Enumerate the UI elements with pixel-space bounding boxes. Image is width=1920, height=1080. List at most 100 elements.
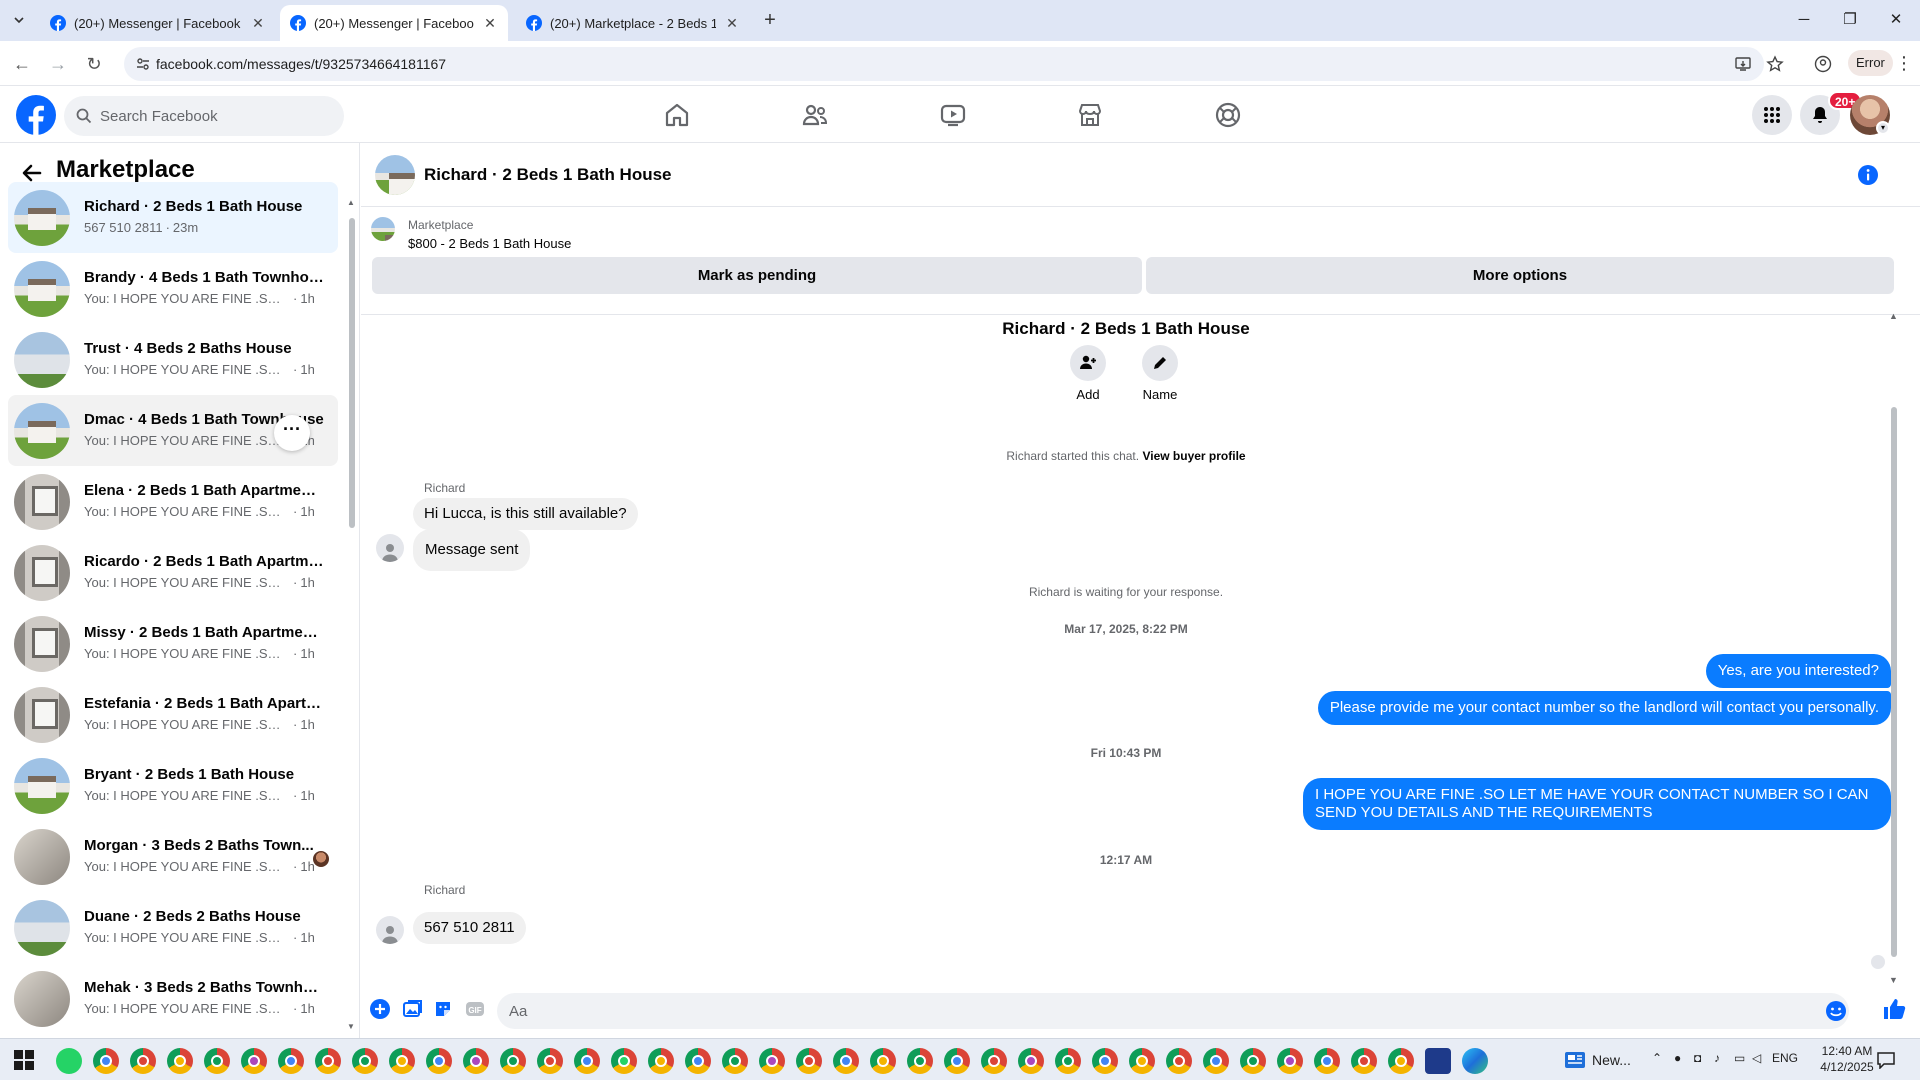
chrome-app-icon[interactable] (1166, 1048, 1192, 1074)
photo-icon[interactable] (401, 998, 423, 1020)
facebook-search-input[interactable] (100, 96, 330, 136)
chrome-app-icon[interactable] (574, 1048, 600, 1074)
mark-as-pending-button[interactable]: Mark as pending (372, 257, 1142, 294)
conversation-item[interactable]: Trust · 4 Beds 2 Baths House You: I HOPE … (8, 324, 338, 395)
listing-thumbnail[interactable] (375, 155, 415, 195)
conversation-item[interactable]: Dmac · 4 Beds 1 Bath Townhouse You: I HOP… (8, 395, 338, 466)
richard-avatar[interactable] (376, 534, 404, 562)
tray-camera-icon[interactable]: ◘ (1694, 1051, 1701, 1065)
chrome-app-icon[interactable] (1240, 1048, 1266, 1074)
chrome-app-icon[interactable] (1018, 1048, 1044, 1074)
gif-icon[interactable]: GIF (464, 998, 486, 1020)
richard-avatar[interactable] (376, 916, 404, 944)
outgoing-message[interactable]: I HOPE YOU ARE FINE .SO LET ME HAVE YOUR… (1303, 778, 1891, 830)
tray-chevron-up-icon[interactable]: ⌃ (1652, 1051, 1662, 1065)
chrome-app-icon[interactable] (1314, 1048, 1340, 1074)
scroll-down-icon[interactable]: ▼ (347, 1022, 355, 1031)
chrome-app-icon[interactable] (1055, 1048, 1081, 1074)
nav-video[interactable] (898, 93, 1008, 137)
site-info-icon[interactable] (134, 55, 152, 73)
conversation-item[interactable]: Missy · 2 Beds 1 Bath Apartment... You: I… (8, 608, 338, 679)
plus-circle-icon[interactable] (369, 998, 391, 1020)
chrome-app-icon[interactable] (1129, 1048, 1155, 1074)
nav-gaming[interactable] (1173, 93, 1283, 137)
chevron-down-icon[interactable]: ▾ (1876, 121, 1890, 135)
chrome-app-icon[interactable] (352, 1048, 378, 1074)
profile-error-chip[interactable]: Error (1848, 50, 1893, 76)
incoming-message[interactable]: Hi Lucca, is this still available? (413, 498, 638, 530)
chrome-app-icon[interactable] (685, 1048, 711, 1074)
chrome-app-icon[interactable] (1092, 1048, 1118, 1074)
menu-grid-button[interactable] (1752, 95, 1792, 135)
sticker-icon[interactable] (432, 998, 454, 1020)
conversation-item[interactable]: Elena · 2 Beds 1 Bath Apartment... You: I… (8, 466, 338, 537)
outgoing-message[interactable]: Please provide me your contact number so… (1317, 691, 1891, 725)
nav-friends[interactable] (760, 93, 870, 137)
language-indicator[interactable]: ENG (1772, 1051, 1798, 1065)
add-person-action[interactable]: Add (1058, 345, 1118, 402)
info-icon[interactable] (1857, 164, 1879, 186)
message-input-box[interactable] (497, 993, 1849, 1029)
chrome-app-icon[interactable] (759, 1048, 785, 1074)
new-tab-plus-icon[interactable]: + (760, 10, 780, 30)
thumbs-up-icon[interactable] (1881, 996, 1907, 1022)
chrome-app-icon[interactable] (1203, 1048, 1229, 1074)
whatsapp-app-icon[interactable] (56, 1048, 82, 1074)
restore-icon[interactable]: ❐ (1838, 9, 1862, 31)
chrome-app-icon[interactable] (1388, 1048, 1414, 1074)
thread-scrollbar[interactable]: ▲ ▼ (1887, 311, 1899, 1045)
chrome-app-icon[interactable] (278, 1048, 304, 1074)
chrome-app-icon[interactable] (870, 1048, 896, 1074)
chrome-app-icon[interactable] (1351, 1048, 1377, 1074)
facebook-search-bar[interactable] (64, 96, 344, 136)
conversation-item[interactable]: Estefania · 2 Beds 1 Bath Apartm... You: … (8, 679, 338, 750)
chrome-app-icon[interactable] (204, 1048, 230, 1074)
conversation-item[interactable]: Bryant · 2 Beds 1 Bath House You: I HOPE … (8, 750, 338, 821)
tab-close-icon[interactable]: ✕ (724, 15, 740, 31)
chrome-app-icon[interactable] (167, 1048, 193, 1074)
listing-title[interactable]: $800 - 2 Beds 1 Bath House (408, 236, 571, 251)
chrome-app-icon[interactable] (537, 1048, 563, 1074)
nav-home[interactable] (622, 93, 732, 137)
tab-close-icon[interactable]: ✕ (250, 15, 266, 31)
sidebar-scrollbar[interactable]: ▲ ▼ (346, 198, 356, 1038)
incoming-message[interactable]: 567 510 2811 (413, 912, 526, 944)
chrome-app-icon[interactable] (1277, 1048, 1303, 1074)
edge-app-icon[interactable] (1462, 1048, 1488, 1074)
name-action[interactable]: Name (1130, 345, 1190, 402)
speaker-icon[interactable]: ◁ (1752, 1051, 1761, 1065)
listing-small-thumbnail[interactable] (371, 217, 395, 241)
chrome-app-icon[interactable] (648, 1048, 674, 1074)
scroll-up-icon[interactable]: ▲ (1889, 311, 1898, 321)
chrome-app-icon[interactable] (241, 1048, 267, 1074)
browser-tab-1[interactable]: (20+) Messenger | Facebook ✕ (40, 5, 276, 41)
scrollbar-thumb[interactable] (1891, 407, 1897, 957)
forward-arrow-icon[interactable]: → (46, 52, 70, 76)
chrome-app-icon[interactable] (93, 1048, 119, 1074)
nav-marketplace[interactable] (1035, 93, 1145, 137)
tab-search-icon[interactable] (8, 9, 30, 31)
account-circle-icon[interactable] (1814, 55, 1832, 73)
view-buyer-profile-link[interactable]: View buyer profile (1142, 449, 1245, 463)
chrome-app-icon[interactable] (1425, 1048, 1451, 1074)
news-widget[interactable]: New... (1564, 1047, 1654, 1073)
chrome-app-icon[interactable] (907, 1048, 933, 1074)
bookmark-star-icon[interactable] (1766, 55, 1784, 73)
chrome-app-icon[interactable] (833, 1048, 859, 1074)
minimize-icon[interactable]: ─ (1792, 9, 1816, 31)
volume-icon[interactable]: ♪ (1714, 1051, 1720, 1065)
facebook-logo-icon[interactable] (16, 95, 56, 135)
chrome-app-icon[interactable] (981, 1048, 1007, 1074)
conversation-item[interactable]: Richard · 2 Beds 1 Bath House 567 510 281… (8, 182, 338, 253)
chrome-app-icon[interactable] (130, 1048, 156, 1074)
browser-tab-2[interactable]: (20+) Messenger | Facebook ✕ (280, 5, 508, 41)
more-options-icon[interactable]: ··· (274, 415, 310, 451)
network-icon[interactable]: ▭ (1734, 1051, 1745, 1065)
chat-title[interactable]: Richard · 2 Beds 1 Bath House (424, 165, 672, 185)
chrome-app-icon[interactable] (722, 1048, 748, 1074)
more-options-button[interactable]: More options (1146, 257, 1894, 294)
browser-tab-3[interactable]: (20+) Marketplace - 2 Beds 1 Ba ✕ (516, 5, 750, 41)
chrome-app-icon[interactable] (463, 1048, 489, 1074)
conversation-item[interactable]: Duane · 2 Beds 2 Baths House You: I HOPE … (8, 892, 338, 963)
notification-center-icon[interactable] (1876, 1051, 1896, 1069)
